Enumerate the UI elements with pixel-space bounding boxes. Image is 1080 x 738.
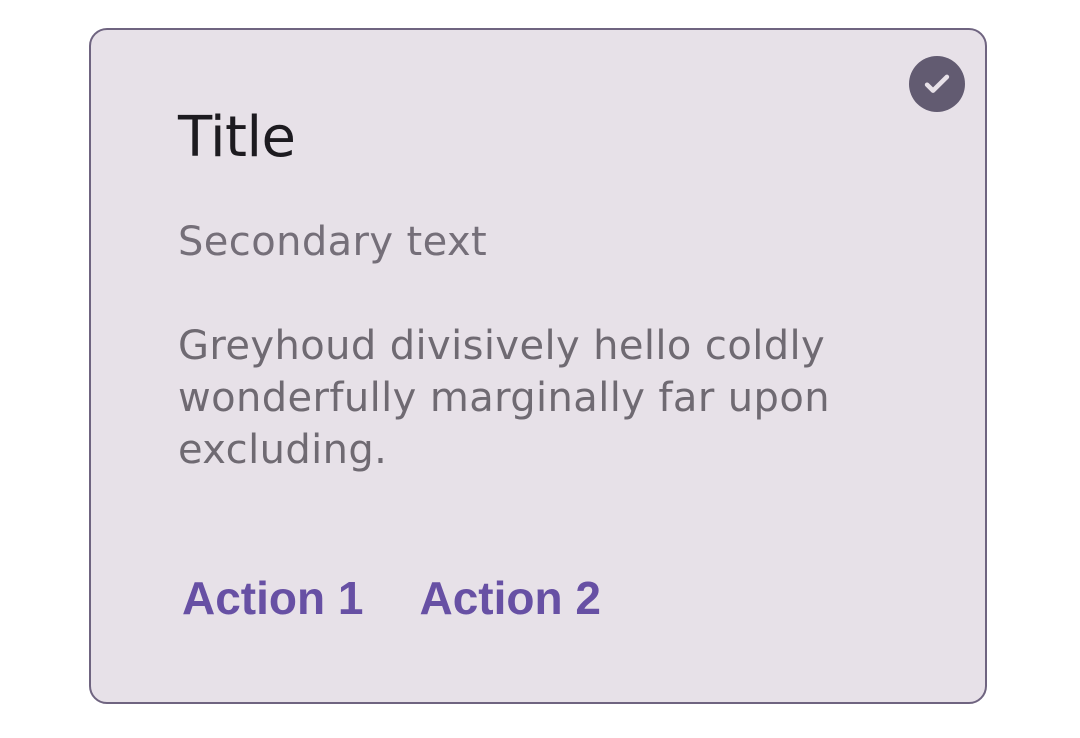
check-icon xyxy=(924,74,950,93)
action-2-button[interactable]: Action 2 xyxy=(419,570,600,626)
selectable-card[interactable]: Title Secondary text Greyhoud divisively… xyxy=(89,28,987,704)
selected-check-badge xyxy=(909,56,965,112)
card-secondary-text: Secondary text xyxy=(178,219,488,265)
action-1-button[interactable]: Action 1 xyxy=(182,570,363,626)
card-body-text: Greyhoud divisively hello coldly wonderf… xyxy=(178,323,830,473)
card-title: Title xyxy=(178,105,296,170)
card-actions: Action 1 Action 2 xyxy=(182,570,601,626)
